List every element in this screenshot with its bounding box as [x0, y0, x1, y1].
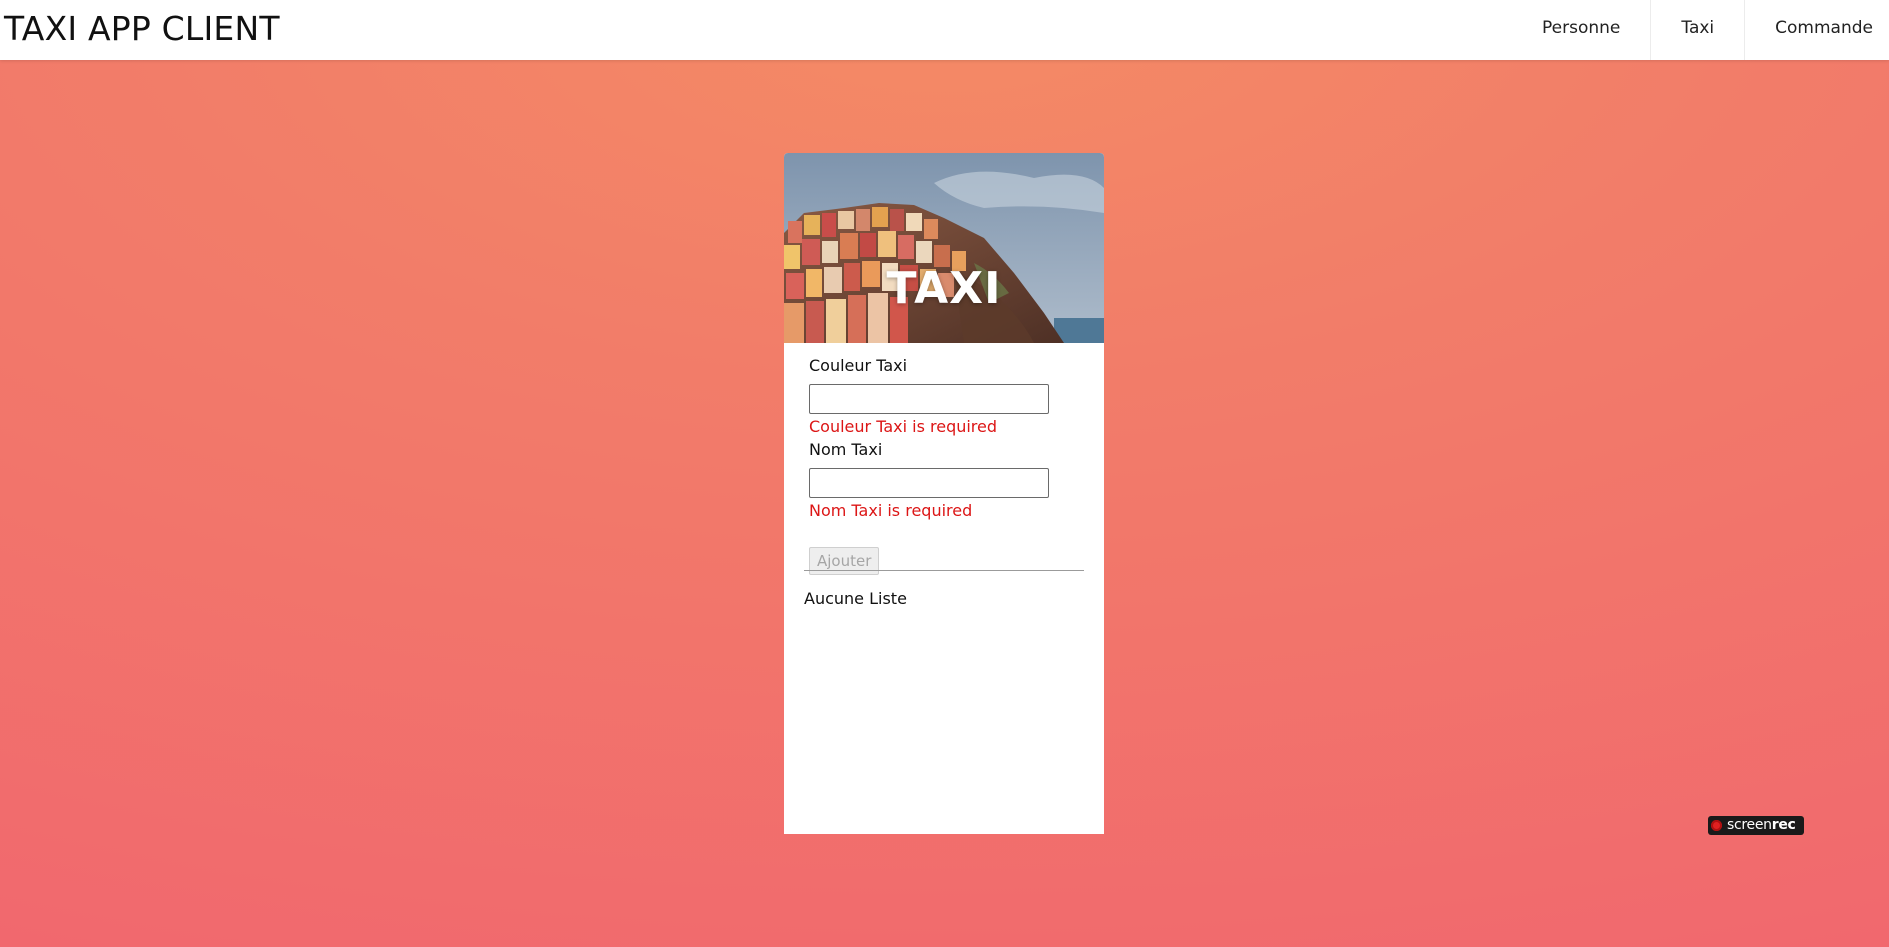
nom-taxi-input[interactable] — [809, 468, 1049, 498]
app-brand[interactable]: TAXI APP CLIENT — [4, 9, 280, 49]
record-icon — [1711, 820, 1722, 831]
nav-link-commande[interactable]: Commande — [1744, 0, 1889, 60]
empty-list-message: Aucune Liste — [804, 589, 907, 608]
hero-image: TAXI — [784, 153, 1104, 343]
hero-title: TAXI — [886, 263, 1002, 314]
top-navbar: TAXI APP CLIENT Personne Taxi Commande — [0, 0, 1889, 60]
couleur-taxi-input[interactable] — [809, 384, 1049, 414]
divider — [804, 570, 1084, 571]
nav-links: Personne Taxi Commande — [1512, 0, 1889, 60]
nav-link-personne[interactable]: Personne — [1512, 0, 1650, 60]
hero-photo — [784, 153, 1104, 343]
taxi-form: Couleur Taxi Couleur Taxi is required No… — [809, 355, 1089, 575]
nav-link-taxi[interactable]: Taxi — [1650, 0, 1744, 60]
couleur-taxi-error: Couleur Taxi is required — [809, 417, 998, 436]
nom-taxi-error: Nom Taxi is required — [809, 501, 973, 520]
taxi-card: TAXI Couleur Taxi Couleur Taxi is requir… — [784, 153, 1104, 834]
screenrec-label: screenrec — [1727, 817, 1796, 833]
screenrec-badge[interactable]: screenrec — [1708, 816, 1804, 835]
couleur-taxi-label: Couleur Taxi — [809, 356, 908, 375]
nom-taxi-label: Nom Taxi — [809, 440, 883, 459]
